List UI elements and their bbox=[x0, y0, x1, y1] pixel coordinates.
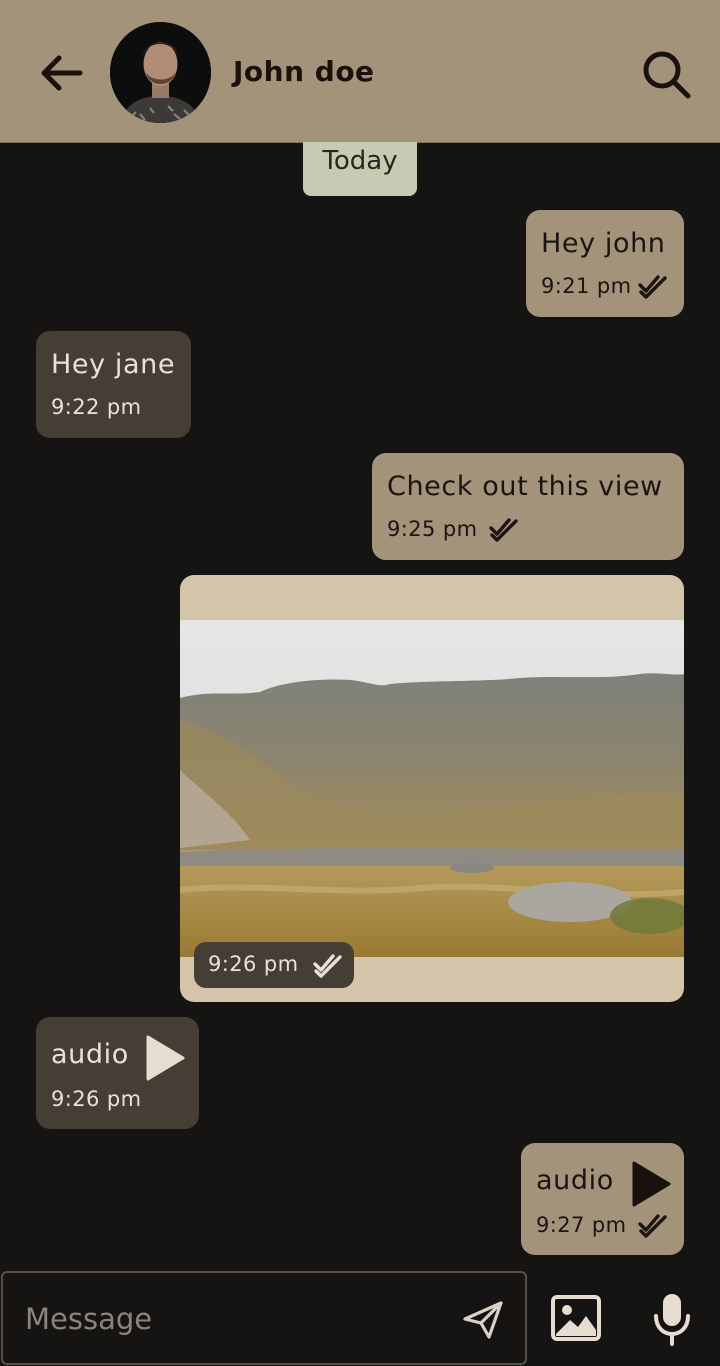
message-time: 9:27 pm bbox=[536, 1213, 627, 1237]
search-button[interactable] bbox=[638, 46, 694, 102]
message-text: Check out this view bbox=[387, 471, 663, 502]
arrow-left-icon bbox=[41, 55, 83, 91]
double-check-icon bbox=[489, 516, 519, 542]
image-message[interactable]: 9:26 pm bbox=[180, 575, 684, 1002]
message-text: Hey john bbox=[541, 228, 666, 259]
message-time: 9:26 pm bbox=[51, 1087, 142, 1111]
double-check-icon bbox=[638, 273, 668, 299]
audio-label: audio bbox=[536, 1165, 614, 1196]
microphone-icon bbox=[654, 1294, 690, 1346]
chat-header: John doe bbox=[0, 0, 720, 143]
message-text: Hey jane bbox=[51, 349, 176, 380]
avatar[interactable] bbox=[110, 22, 211, 123]
message-time: 9:25 pm bbox=[387, 517, 478, 541]
voice-record-button[interactable] bbox=[652, 1292, 692, 1346]
message-bubble-outgoing[interactable]: Hey john 9:21 pm bbox=[526, 210, 684, 317]
message-time: 9:26 pm bbox=[208, 952, 299, 976]
landscape-photo[interactable] bbox=[180, 620, 684, 957]
send-icon bbox=[463, 1301, 503, 1339]
image-icon bbox=[551, 1295, 601, 1341]
audio-message-incoming[interactable]: audio 9:26 pm bbox=[36, 1017, 199, 1129]
double-check-icon bbox=[638, 1212, 668, 1238]
message-bubble-outgoing[interactable]: Check out this view 9:25 pm bbox=[372, 453, 684, 560]
play-icon[interactable] bbox=[144, 1034, 186, 1082]
message-input[interactable] bbox=[25, 1299, 445, 1339]
double-check-icon bbox=[313, 952, 343, 978]
message-bubble-incoming[interactable]: Hey jane 9:22 pm bbox=[36, 331, 191, 438]
audio-label: audio bbox=[51, 1039, 129, 1070]
message-composer bbox=[1, 1271, 527, 1365]
message-time: 9:21 pm bbox=[541, 274, 632, 298]
play-icon[interactable] bbox=[630, 1160, 672, 1208]
contact-name[interactable]: John doe bbox=[233, 55, 375, 88]
send-button[interactable] bbox=[459, 1297, 507, 1341]
image-timestamp: 9:26 pm bbox=[194, 942, 354, 988]
search-icon bbox=[643, 51, 691, 99]
back-button[interactable] bbox=[36, 50, 88, 96]
attach-image-button[interactable] bbox=[550, 1294, 602, 1342]
audio-message-outgoing[interactable]: audio 9:27 pm bbox=[521, 1143, 684, 1255]
date-separator: Today bbox=[303, 142, 417, 196]
message-time: 9:22 pm bbox=[51, 395, 142, 419]
